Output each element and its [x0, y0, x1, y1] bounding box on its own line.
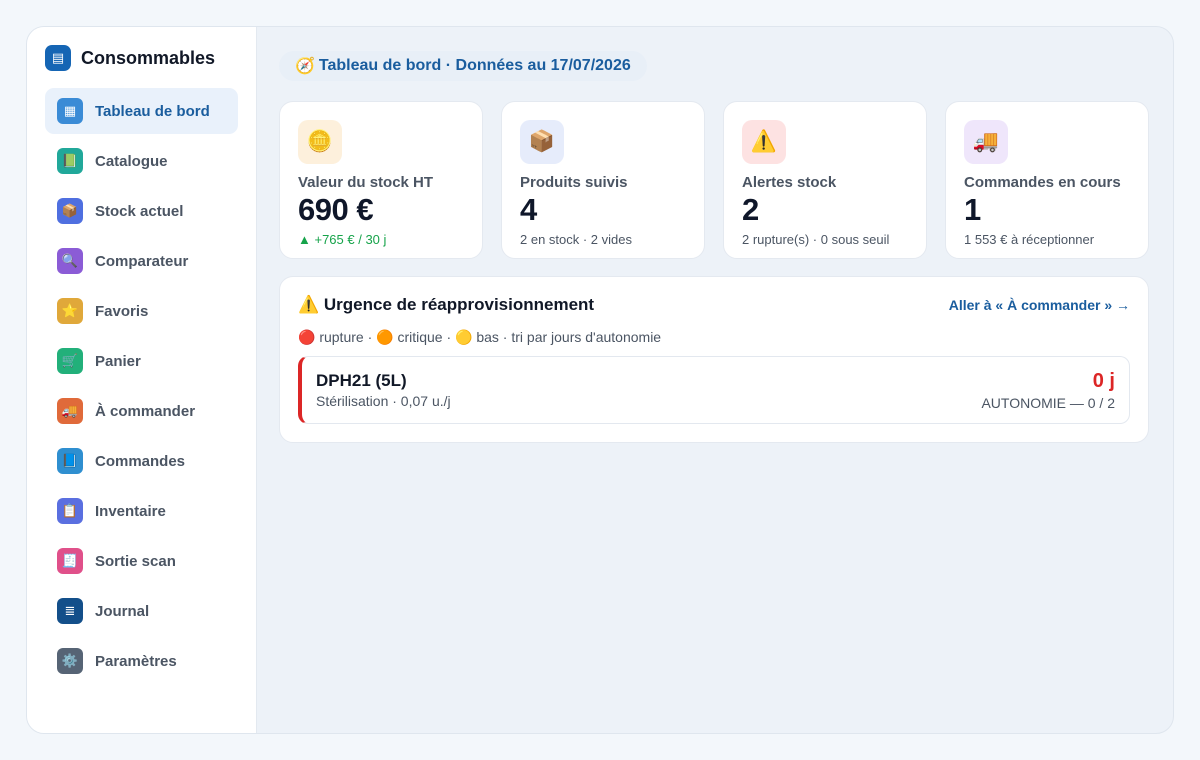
sidebar-item-label: Comparateur [95, 252, 189, 270]
kpi-subtext: 1 553 € à réceptionner [964, 232, 1095, 247]
sidebar-item-1[interactable]: 📗 Catalogue [45, 138, 238, 184]
dashboard-icon: ▦ [57, 98, 83, 124]
kpi-value: 690 € [298, 192, 374, 227]
cart-icon: 🛒 [57, 348, 83, 374]
breadcrumb-text: Tableau de bord · Données au 17/07/2026 [318, 57, 631, 74]
book-icon: 📗 [57, 148, 83, 174]
urgency-row-status: 0 j AUTONOMIE — 0 / 2 [981, 370, 1115, 411]
sidebar-item-label: Tableau de bord [95, 102, 210, 120]
kpi-label: Produits suivis [520, 174, 628, 191]
package-icon: 📦 [520, 120, 564, 164]
coins-icon: 🪙 [298, 120, 342, 164]
kpi-card: 📦 Produits suivis 4 2 en stock · 2 vides [501, 101, 705, 259]
compass-icon: 🧭 [295, 58, 315, 75]
list-icon: ▤ [45, 45, 71, 71]
breadcrumb: 🧭 Tableau de bord · Données au 17/07/202… [279, 51, 647, 81]
sidebar-item-4[interactable]: ⭐ Favoris [45, 288, 238, 334]
sidebar-item-10[interactable]: ≣ Journal [45, 588, 238, 634]
urgency-legend: 🔴 rupture · 🟠 critique · 🟡 bas · tri par… [298, 329, 662, 345]
receipt-icon: 🧾 [57, 548, 83, 574]
kpi-label: Commandes en cours [964, 174, 1121, 191]
urgency-row[interactable]: DPH21 (5L) Stérilisation · 0,07 u./j 0 j AU… [298, 356, 1130, 424]
sidebar-item-7[interactable]: 📘 Commandes [45, 438, 238, 484]
sidebar-nav: ▦ Tableau de bord 📗 Catalogue 📦 Stock actuel 🔍… [45, 88, 238, 684]
urgency-row-info: DPH21 (5L) Stérilisation · 0,07 u./j [316, 371, 451, 409]
sidebar-item-9[interactable]: 🧾 Sortie scan [45, 538, 238, 584]
sidebar-item-label: Inventaire [95, 502, 166, 520]
go-to-order-link[interactable]: Aller à « À commander » → [949, 297, 1130, 313]
clipboard-icon: 📋 [57, 498, 83, 524]
warning-icon: ⚠️ [742, 120, 786, 164]
kpi-value: 1 [964, 192, 981, 227]
sidebar-item-label: Catalogue [95, 152, 168, 170]
sidebar-item-label: Journal [95, 602, 150, 620]
box-icon: 📦 [57, 198, 83, 224]
autonomy-days: 0 j [1092, 369, 1115, 392]
kpi-label: Valeur du stock HT [298, 174, 434, 191]
autonomy-ratio: AUTONOMIE — 0 / 2 [981, 394, 1115, 411]
urgency-panel: ⚠️ Urgence de réapprovisionnement Aller … [279, 276, 1149, 443]
sidebar-item-6[interactable]: 🚚 À commander [45, 388, 238, 434]
kpi-subtext: 2 en stock · 2 vides [520, 232, 632, 247]
kpi-value: 2 [742, 192, 759, 227]
app-window: ▤ Consommables ▦ Tableau de bord 📗 Catalogu… [26, 26, 1174, 734]
star-icon: ⭐ [57, 298, 83, 324]
ledger-icon: 📘 [57, 448, 83, 474]
kpi-card: 🪙 Valeur du stock HT 690 € ▲ +765 € / 30 j [279, 101, 483, 259]
kpi-cards: 🪙 Valeur du stock HT 690 € ▲ +765 € / 30 j 📦… [279, 101, 1151, 259]
sidebar-item-label: Panier [95, 352, 141, 370]
log-icon: ≣ [57, 598, 83, 624]
sidebar-item-label: Favoris [95, 302, 149, 320]
sidebar: ▤ Consommables ▦ Tableau de bord 📗 Catalogu… [27, 27, 257, 733]
sidebar-item-label: Paramètres [95, 652, 177, 670]
app-title: Consommables [81, 47, 216, 68]
magnifier-icon: 🔍 [57, 248, 83, 274]
brand: ▤ Consommables [45, 45, 238, 71]
product-name: DPH21 (5L) [316, 371, 407, 390]
truck-icon: 🚚 [57, 398, 83, 424]
sidebar-item-8[interactable]: 📋 Inventaire [45, 488, 238, 534]
kpi-subtext: 2 rupture(s) · 0 sous seuil [742, 232, 890, 247]
gear-icon: ⚙️ [57, 648, 83, 674]
urgency-title: ⚠️ Urgence de réapprovisionnement [298, 295, 595, 314]
delivery-truck-icon: 🚚 [964, 120, 1008, 164]
kpi-label: Alertes stock [742, 174, 837, 191]
kpi-card: 🚚 Commandes en cours 1 1 553 € à réceptionn… [945, 101, 1149, 259]
sidebar-item-0[interactable]: ▦ Tableau de bord [45, 88, 238, 134]
sidebar-item-label: Sortie scan [95, 552, 176, 570]
urgency-list: DPH21 (5L) Stérilisation · 0,07 u./j 0 j AU… [298, 356, 1130, 424]
sidebar-item-label: À commander [95, 402, 196, 420]
main-content: 🧭 Tableau de bord · Données au 17/07/202… [257, 27, 1173, 733]
kpi-card: ⚠️ Alertes stock 2 2 rupture(s) · 0 sous se… [723, 101, 927, 259]
product-meta: Stérilisation · 0,07 u./j [316, 393, 451, 409]
kpi-value: 4 [520, 192, 537, 227]
sidebar-item-label: Stock actuel [95, 202, 184, 220]
sidebar-item-5[interactable]: 🛒 Panier [45, 338, 238, 384]
sidebar-item-2[interactable]: 📦 Stock actuel [45, 188, 238, 234]
sidebar-item-label: Commandes [95, 452, 186, 470]
kpi-subtext: ▲ +765 € / 30 j [298, 232, 387, 247]
sidebar-item-3[interactable]: 🔍 Comparateur [45, 238, 238, 284]
sidebar-item-11[interactable]: ⚙️ Paramètres [45, 638, 238, 684]
urgency-header: ⚠️ Urgence de réapprovisionnement Aller … [298, 295, 1130, 315]
